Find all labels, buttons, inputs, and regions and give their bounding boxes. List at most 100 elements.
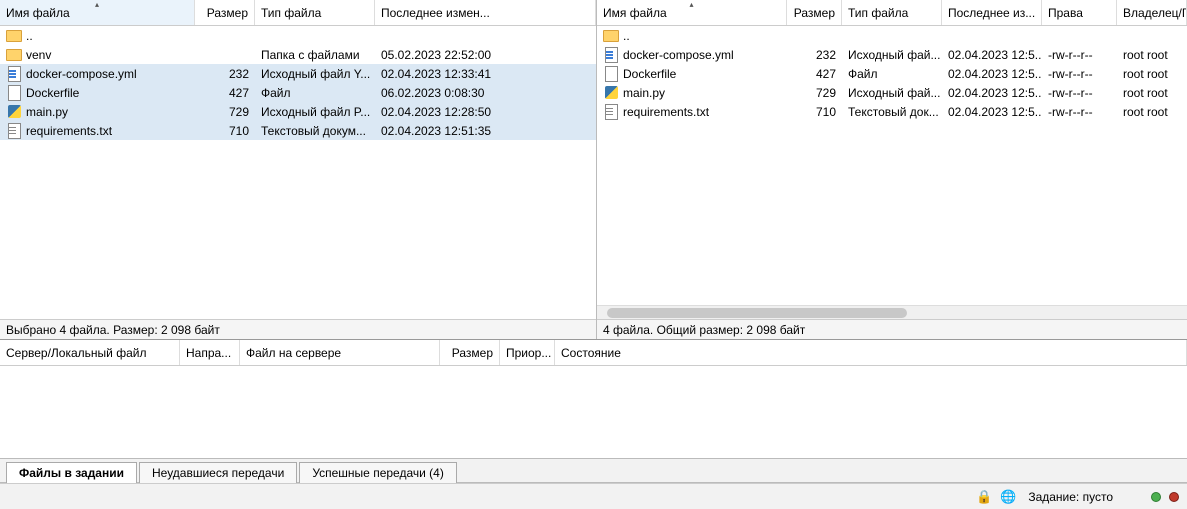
horizontal-scrollbar[interactable] bbox=[597, 305, 1187, 319]
cell-owner bbox=[1117, 26, 1187, 45]
cell-type: Текстовый док... bbox=[842, 102, 942, 121]
file-name: Dockerfile bbox=[26, 86, 79, 100]
local-file-list[interactable]: ..venvПапка с файлами05.02.2023 22:52:00… bbox=[0, 26, 596, 319]
activity-led-error bbox=[1169, 492, 1179, 502]
cell-type: Исходный фай... bbox=[842, 83, 942, 102]
file-icon bbox=[6, 85, 22, 101]
cell-type: Исходный файл Y... bbox=[255, 64, 375, 83]
qcol-status[interactable]: Состояние bbox=[555, 340, 1187, 365]
cell-date: 06.02.2023 0:08:30 bbox=[375, 83, 596, 102]
cell-size: 232 bbox=[787, 45, 842, 64]
tab-label: Файлы в задании bbox=[19, 466, 124, 480]
qcol-label: Размер bbox=[452, 346, 493, 360]
file-row[interactable]: requirements.txt710Текстовый док...02.04… bbox=[597, 102, 1187, 121]
file-name: requirements.txt bbox=[26, 124, 112, 138]
yaml-file-icon bbox=[603, 47, 619, 63]
qcol-size[interactable]: Размер bbox=[440, 340, 500, 365]
folder-icon bbox=[6, 28, 22, 44]
cell-type: Файл bbox=[842, 64, 942, 83]
col-owner[interactable]: Владелец/Г... bbox=[1117, 0, 1187, 25]
queue-body[interactable] bbox=[0, 366, 1187, 458]
qcol-direction[interactable]: Напра... bbox=[180, 340, 240, 365]
file-name: docker-compose.yml bbox=[623, 48, 734, 62]
file-row[interactable]: docker-compose.yml232Исходный фай...02.0… bbox=[597, 45, 1187, 64]
col-name[interactable]: ▴ Имя файла bbox=[0, 0, 195, 25]
cell-type bbox=[255, 26, 375, 45]
cell-perm bbox=[1042, 26, 1117, 45]
file-row[interactable]: main.py729Исходный фай...02.04.2023 12:5… bbox=[597, 83, 1187, 102]
cell-date: 02.04.2023 12:5... bbox=[942, 64, 1042, 83]
folder-icon bbox=[6, 47, 22, 63]
file-row[interactable]: .. bbox=[0, 26, 596, 45]
file-name: .. bbox=[26, 29, 33, 43]
qcol-label: Приор... bbox=[506, 346, 551, 360]
cell-date: 02.04.2023 12:51:35 bbox=[375, 121, 596, 140]
qcol-remote-file[interactable]: Файл на сервере bbox=[240, 340, 440, 365]
cell-type: Файл bbox=[255, 83, 375, 102]
local-status: Выбрано 4 файла. Размер: 2 098 байт bbox=[0, 319, 596, 339]
cell-perm: -rw-r--r-- bbox=[1042, 64, 1117, 83]
file-row[interactable]: main.py729Исходный файл P...02.04.2023 1… bbox=[0, 102, 596, 121]
tab-successful-transfers[interactable]: Успешные передачи (4) bbox=[299, 462, 457, 483]
tab-label: Успешные передачи (4) bbox=[312, 466, 444, 480]
file-name: venv bbox=[26, 48, 51, 62]
file-row[interactable]: docker-compose.yml 232Исходный файл Y...0… bbox=[0, 64, 596, 83]
cell-owner: root root bbox=[1117, 45, 1187, 64]
cell-date: 02.04.2023 12:33:41 bbox=[375, 64, 596, 83]
cell-perm: -rw-r--r-- bbox=[1042, 83, 1117, 102]
remote-column-header: ▴ Имя файла Размер Тип файла Последнее и… bbox=[597, 0, 1187, 26]
qcol-server-local[interactable]: Сервер/Локальный файл bbox=[0, 340, 180, 365]
cell-type: Папка с файлами bbox=[255, 45, 375, 64]
file-row[interactable]: requirements.txt710Текстовый докум...02.… bbox=[0, 121, 596, 140]
tab-queued-files[interactable]: Файлы в задании bbox=[6, 462, 137, 483]
file-name: docker-compose.yml bbox=[26, 67, 137, 81]
file-row[interactable]: Dockerfile427Файл06.02.2023 0:08:30 bbox=[0, 83, 596, 102]
cell-size: 729 bbox=[195, 102, 255, 121]
col-size[interactable]: Размер bbox=[195, 0, 255, 25]
col-permissions[interactable]: Права bbox=[1042, 0, 1117, 25]
cell-owner: root root bbox=[1117, 83, 1187, 102]
cell-size: 729 bbox=[787, 83, 842, 102]
status-bar: 🔒 🌐 Задание: пусто bbox=[0, 483, 1187, 509]
python-file-icon bbox=[6, 104, 22, 120]
scrollbar-thumb[interactable] bbox=[607, 308, 907, 318]
col-type[interactable]: Тип файла bbox=[255, 0, 375, 25]
col-modified[interactable]: Последнее из... bbox=[942, 0, 1042, 25]
qcol-label: Файл на сервере bbox=[246, 346, 341, 360]
cell-date: 02.04.2023 12:28:50 bbox=[375, 102, 596, 121]
cell-size: 427 bbox=[787, 64, 842, 83]
file-row[interactable]: venvПапка с файлами05.02.2023 22:52:00 bbox=[0, 45, 596, 64]
cell-date bbox=[942, 26, 1042, 45]
cell-date bbox=[375, 26, 596, 45]
qcol-label: Состояние bbox=[561, 346, 621, 360]
cell-date: 02.04.2023 12:5... bbox=[942, 83, 1042, 102]
file-row[interactable]: .. bbox=[597, 26, 1187, 45]
col-name-label: Имя файла bbox=[6, 6, 70, 20]
cell-owner: root root bbox=[1117, 64, 1187, 83]
cell-name: main.py bbox=[597, 83, 787, 102]
yaml-file-icon bbox=[6, 66, 22, 82]
lock-icon[interactable]: 🔒 bbox=[976, 489, 992, 505]
qcol-priority[interactable]: Приор... bbox=[500, 340, 555, 365]
cell-name: requirements.txt bbox=[597, 102, 787, 121]
file-name: .. bbox=[623, 29, 630, 43]
qcol-label: Сервер/Локальный файл bbox=[6, 346, 146, 360]
cell-type: Исходный файл P... bbox=[255, 102, 375, 121]
remote-file-list[interactable]: .. docker-compose.yml 232Исходный фай...02… bbox=[597, 26, 1187, 305]
col-modified[interactable]: Последнее измен... bbox=[375, 0, 596, 25]
cell-type: Текстовый докум... bbox=[255, 121, 375, 140]
cell-name: Dockerfile bbox=[0, 83, 195, 102]
col-size[interactable]: Размер bbox=[787, 0, 842, 25]
cell-owner: root root bbox=[1117, 102, 1187, 121]
col-modified-label: Последнее измен... bbox=[381, 6, 490, 20]
file-row[interactable]: Dockerfile427Файл02.04.2023 12:5...-rw-r… bbox=[597, 64, 1187, 83]
col-type[interactable]: Тип файла bbox=[842, 0, 942, 25]
col-type-label: Тип файла bbox=[848, 6, 908, 20]
cell-size: 232 bbox=[195, 64, 255, 83]
transfer-queue: Сервер/Локальный файл Напра... Файл на с… bbox=[0, 340, 1187, 459]
cell-size bbox=[195, 45, 255, 64]
globe-icon[interactable]: 🌐 bbox=[1000, 489, 1016, 505]
tab-failed-transfers[interactable]: Неудавшиеся передачи bbox=[139, 462, 297, 483]
col-name[interactable]: ▴ Имя файла bbox=[597, 0, 787, 25]
local-pane: ▴ Имя файла Размер Тип файла Последнее и… bbox=[0, 0, 597, 339]
